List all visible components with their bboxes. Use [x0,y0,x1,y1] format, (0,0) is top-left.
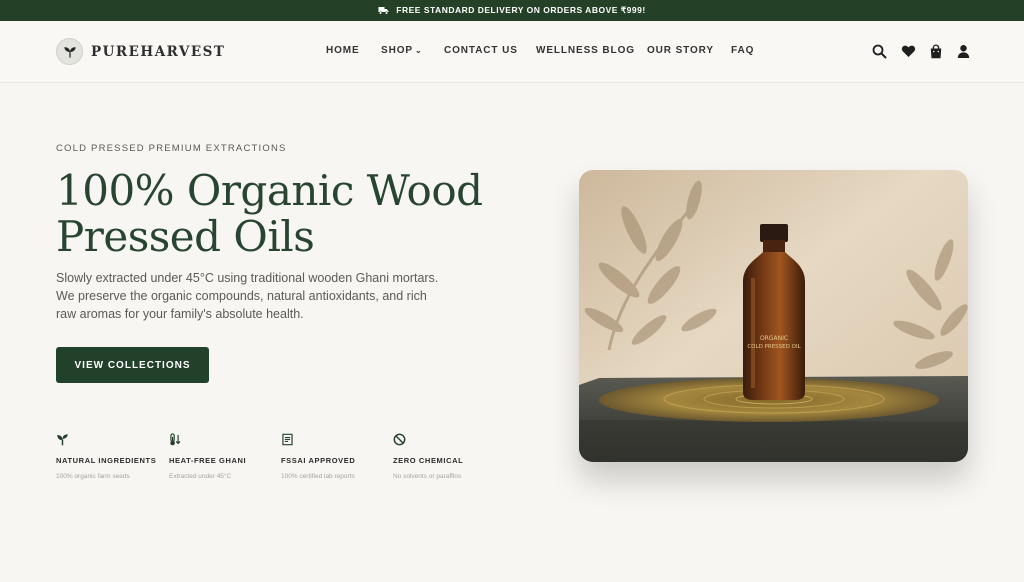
hero-description: Slowly extracted under 45°C using tradit… [56,271,439,321]
feature-title: NATURAL INGREDIENTS [56,456,157,465]
leaf-icon [56,38,83,65]
hero-title: 100% Organic Wood Pressed Oils [56,168,496,260]
hero-product-image: ORGANIC COLD PRESSED OIL [579,170,968,462]
hero-title-line-2: Pressed Oils [56,212,315,261]
truck-icon [378,6,389,15]
hero-title-line-1: 100% Organic Wood [56,166,483,215]
announcement-bar: FREE STANDARD DELIVERY ON ORDERS ABOVE ₹… [0,0,1024,21]
nav-faq[interactable]: FAQ [731,45,754,56]
nav-shop-label: SHOP [381,45,413,56]
feature-natural-ingredients: NATURAL INGREDIENTS 100% organic farm se… [56,433,161,481]
nav-contact[interactable]: CONTACT US [444,45,518,56]
bottle-label-line-1: ORGANIC [760,335,788,342]
shopping-bag-icon[interactable] [928,43,944,59]
feature-zero-chemical: ZERO CHEMICAL No solvents or paraffins [393,433,498,481]
feature-subtitle: Extracted under 45°C [169,473,232,480]
view-collections-button[interactable]: VIEW COLLECTIONS [56,347,209,383]
sprout-icon [56,433,161,447]
chevron-down-icon: ⌄ [414,46,423,55]
brand-logo[interactable]: PUREHARVEST [56,38,225,65]
heart-icon[interactable] [900,43,916,59]
feature-subtitle: 100% certified lab reports [281,473,355,480]
search-icon[interactable] [871,43,887,59]
feature-heat-free-ghani: HEAT-FREE GHANI Extracted under 45°C [169,433,274,481]
ban-icon [393,433,498,447]
hero-eyebrow: COLD PRESSED PREMIUM EXTRACTIONS [56,143,287,154]
feature-title: FSSAI APPROVED [281,456,356,465]
certificate-icon [281,433,386,447]
bottle-label-line-2: COLD PRESSED OIL [747,344,801,350]
nav-home[interactable]: HOME [326,45,360,56]
feature-fssai-approved: FSSAI APPROVED 100% certified lab report… [281,433,386,481]
feature-subtitle: 100% organic farm seeds [56,473,130,480]
announcement-text: FREE STANDARD DELIVERY ON ORDERS ABOVE ₹… [396,5,646,15]
site-header: PUREHARVEST HOME SHOP ⌄ CONTACT US WELLNE… [0,21,1024,83]
brand-name: PUREHARVEST [91,43,226,60]
nav-our-story[interactable]: OUR STORY [647,45,714,56]
feature-title: ZERO CHEMICAL [393,456,464,465]
thermometer-icon [169,433,274,447]
nav-wellness-blog[interactable]: WELLNESS BLOG [536,45,635,56]
user-icon[interactable] [955,43,971,59]
feature-title: HEAT-FREE GHANI [169,456,247,465]
nav-shop[interactable]: SHOP ⌄ [381,45,423,56]
feature-subtitle: No solvents or paraffins [393,473,462,480]
